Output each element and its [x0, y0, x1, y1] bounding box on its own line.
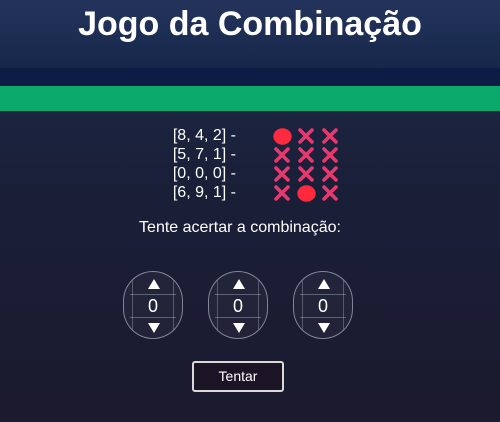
header: Jogo da Combinação — [0, 0, 500, 68]
cross-icon — [296, 165, 316, 183]
digit-value[interactable]: 0 — [124, 295, 182, 317]
history-row: [5, 7, 1] - — [0, 145, 500, 164]
digit-picker-2[interactable]: 0 — [208, 271, 268, 339]
result-marks — [272, 146, 340, 164]
picker-divider — [130, 317, 176, 318]
guess-history: [8, 4, 2] - [5, 7, 1] - [0, 0, 0] - [6, 9, … — [0, 126, 500, 202]
cross-icon — [320, 165, 340, 183]
guess-text: [0, 0, 0] - — [172, 165, 236, 182]
history-row: [6, 9, 1] - — [0, 183, 500, 202]
result-marks — [272, 184, 340, 202]
accent-bar — [0, 86, 500, 111]
cross-icon — [272, 184, 292, 202]
page-title: Jogo da Combinação — [78, 5, 422, 43]
history-row: [0, 0, 0] - — [0, 164, 500, 183]
cross-icon — [320, 146, 340, 164]
result-marks — [272, 127, 340, 145]
digit-value[interactable]: 0 — [209, 295, 267, 317]
header-band — [0, 68, 500, 86]
guess-text: [8, 4, 2] - — [172, 127, 236, 144]
cross-icon — [320, 184, 340, 202]
digit-value[interactable]: 0 — [294, 295, 352, 317]
digit-picker-1[interactable]: 0 — [123, 271, 183, 339]
cross-icon — [272, 165, 292, 183]
arrow-up-icon[interactable] — [229, 277, 249, 291]
guess-text: [5, 7, 1] - — [172, 146, 236, 163]
arrow-down-icon[interactable] — [144, 321, 164, 335]
picker-divider — [300, 317, 346, 318]
guess-text: [6, 9, 1] - — [172, 184, 236, 201]
circle-icon — [272, 127, 292, 145]
digit-picker-3[interactable]: 0 — [293, 271, 353, 339]
try-button[interactable]: Tentar — [192, 361, 284, 392]
result-marks — [272, 165, 340, 183]
arrow-down-icon[interactable] — [314, 321, 334, 335]
arrow-up-icon[interactable] — [144, 277, 164, 291]
circle-icon — [296, 184, 316, 202]
cross-icon — [296, 127, 316, 145]
arrow-down-icon[interactable] — [229, 321, 249, 335]
picker-divider — [215, 317, 261, 318]
cross-icon — [320, 127, 340, 145]
cross-icon — [296, 146, 316, 164]
arrow-up-icon[interactable] — [314, 277, 334, 291]
cross-icon — [272, 146, 292, 164]
instruction-text: Tente acertar a combinação: — [139, 219, 341, 236]
history-row: [8, 4, 2] - — [0, 126, 500, 145]
